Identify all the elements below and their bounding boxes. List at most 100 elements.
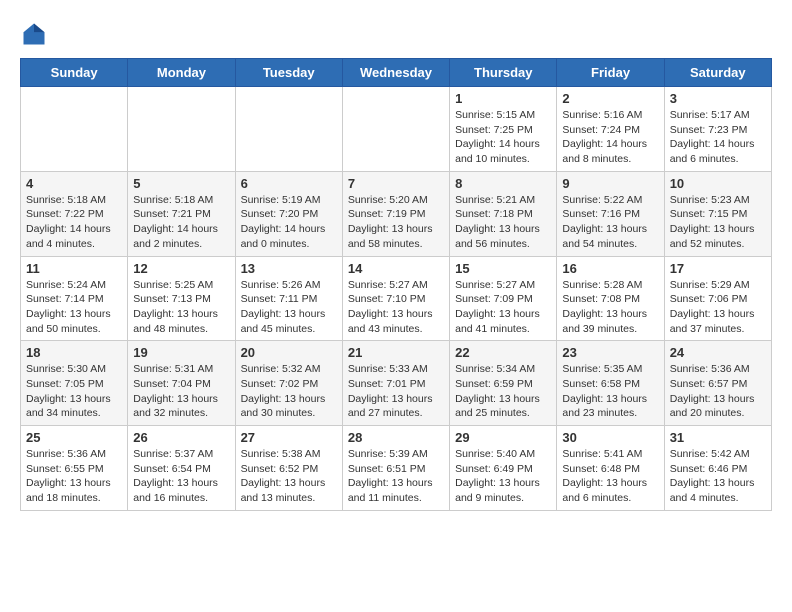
day-info: Sunrise: 5:15 AM Sunset: 7:25 PM Dayligh… [455,108,551,167]
day-info: Sunrise: 5:29 AM Sunset: 7:06 PM Dayligh… [670,278,766,337]
calendar-header: SundayMondayTuesdayWednesdayThursdayFrid… [21,59,772,87]
day-number: 5 [133,176,229,191]
day-info: Sunrise: 5:36 AM Sunset: 6:57 PM Dayligh… [670,362,766,421]
day-number: 21 [348,345,444,360]
calendar-cell: 26Sunrise: 5:37 AM Sunset: 6:54 PM Dayli… [128,426,235,511]
day-number: 22 [455,345,551,360]
logo-icon [20,20,48,48]
day-number: 20 [241,345,337,360]
calendar-cell: 25Sunrise: 5:36 AM Sunset: 6:55 PM Dayli… [21,426,128,511]
day-info: Sunrise: 5:17 AM Sunset: 7:23 PM Dayligh… [670,108,766,167]
day-number: 13 [241,261,337,276]
calendar-cell: 24 Sunrise: 5:36 AM Sunset: 6:57 PM Dayli… [664,341,771,426]
day-number: 16 [562,261,658,276]
calendar-cell: 20 Sunrise: 5:32 AM Sunset: 7:02 PM Dayli… [235,341,342,426]
day-number: 19 [133,345,229,360]
day-of-week-friday: Friday [557,59,664,87]
calendar-cell: 31Sunrise: 5:42 AM Sunset: 6:46 PM Dayli… [664,426,771,511]
day-info: Sunrise: 5:21 AM Sunset: 7:18 PM Dayligh… [455,193,551,252]
calendar-cell: 12Sunrise: 5:25 AM Sunset: 7:13 PM Dayli… [128,256,235,341]
day-number: 9 [562,176,658,191]
calendar-cell: 21 Sunrise: 5:33 AM Sunset: 7:01 PM Dayli… [342,341,449,426]
day-number: 29 [455,430,551,445]
day-number: 28 [348,430,444,445]
calendar-cell: 23 Sunrise: 5:35 AM Sunset: 6:58 PM Dayli… [557,341,664,426]
calendar-cell: 9 Sunrise: 5:22 AM Sunset: 7:16 PM Daylig… [557,171,664,256]
day-info: Sunrise: 5:34 AM Sunset: 6:59 PM Dayligh… [455,362,551,421]
calendar-cell: 22 Sunrise: 5:34 AM Sunset: 6:59 PM Dayli… [450,341,557,426]
calendar-cell: 4Sunrise: 5:18 AM Sunset: 7:22 PM Daylig… [21,171,128,256]
day-info: Sunrise: 5:32 AM Sunset: 7:02 PM Dayligh… [241,362,337,421]
day-info: Sunrise: 5:35 AM Sunset: 6:58 PM Dayligh… [562,362,658,421]
calendar-cell: 13 Sunrise: 5:26 AM Sunset: 7:11 PM Dayli… [235,256,342,341]
days-of-week-row: SundayMondayTuesdayWednesdayThursdayFrid… [21,59,772,87]
day-of-week-tuesday: Tuesday [235,59,342,87]
day-info: Sunrise: 5:41 AM Sunset: 6:48 PM Dayligh… [562,447,658,506]
day-number: 1 [455,91,551,106]
day-info: Sunrise: 5:39 AM Sunset: 6:51 PM Dayligh… [348,447,444,506]
day-info: Sunrise: 5:19 AM Sunset: 7:20 PM Dayligh… [241,193,337,252]
calendar-body: 1 Sunrise: 5:15 AM Sunset: 7:25 PM Daylig… [21,87,772,511]
day-number: 8 [455,176,551,191]
day-of-week-wednesday: Wednesday [342,59,449,87]
calendar-cell: 28 Sunrise: 5:39 AM Sunset: 6:51 PM Dayli… [342,426,449,511]
calendar-cell: 30 Sunrise: 5:41 AM Sunset: 6:48 PM Dayli… [557,426,664,511]
day-info: Sunrise: 5:27 AM Sunset: 7:10 PM Dayligh… [348,278,444,337]
day-of-week-thursday: Thursday [450,59,557,87]
day-info: Sunrise: 5:28 AM Sunset: 7:08 PM Dayligh… [562,278,658,337]
day-info: Sunrise: 5:18 AM Sunset: 7:22 PM Dayligh… [26,193,122,252]
calendar-cell: 1 Sunrise: 5:15 AM Sunset: 7:25 PM Daylig… [450,87,557,172]
calendar-cell: 6 Sunrise: 5:19 AM Sunset: 7:20 PM Daylig… [235,171,342,256]
week-row-4: 18 Sunrise: 5:30 AM Sunset: 7:05 PM Dayli… [21,341,772,426]
page-header [20,20,772,48]
day-number: 30 [562,430,658,445]
day-info: Sunrise: 5:22 AM Sunset: 7:16 PM Dayligh… [562,193,658,252]
day-info: Sunrise: 5:31 AM Sunset: 7:04 PM Dayligh… [133,362,229,421]
calendar-cell: 11Sunrise: 5:24 AM Sunset: 7:14 PM Dayli… [21,256,128,341]
calendar-cell: 27Sunrise: 5:38 AM Sunset: 6:52 PM Dayli… [235,426,342,511]
calendar-cell: 14 Sunrise: 5:27 AM Sunset: 7:10 PM Dayli… [342,256,449,341]
week-row-2: 4Sunrise: 5:18 AM Sunset: 7:22 PM Daylig… [21,171,772,256]
day-number: 31 [670,430,766,445]
calendar-cell [128,87,235,172]
day-number: 27 [241,430,337,445]
day-number: 12 [133,261,229,276]
day-info: Sunrise: 5:33 AM Sunset: 7:01 PM Dayligh… [348,362,444,421]
calendar: SundayMondayTuesdayWednesdayThursdayFrid… [20,58,772,511]
day-info: Sunrise: 5:27 AM Sunset: 7:09 PM Dayligh… [455,278,551,337]
day-number: 17 [670,261,766,276]
day-number: 24 [670,345,766,360]
day-number: 7 [348,176,444,191]
calendar-cell: 2 Sunrise: 5:16 AM Sunset: 7:24 PM Daylig… [557,87,664,172]
calendar-cell: 18 Sunrise: 5:30 AM Sunset: 7:05 PM Dayli… [21,341,128,426]
calendar-cell [21,87,128,172]
day-number: 3 [670,91,766,106]
day-info: Sunrise: 5:16 AM Sunset: 7:24 PM Dayligh… [562,108,658,167]
day-info: Sunrise: 5:18 AM Sunset: 7:21 PM Dayligh… [133,193,229,252]
calendar-cell: 19 Sunrise: 5:31 AM Sunset: 7:04 PM Dayli… [128,341,235,426]
calendar-cell: 17 Sunrise: 5:29 AM Sunset: 7:06 PM Dayli… [664,256,771,341]
calendar-cell [235,87,342,172]
day-number: 23 [562,345,658,360]
calendar-cell: 5 Sunrise: 5:18 AM Sunset: 7:21 PM Daylig… [128,171,235,256]
calendar-cell [342,87,449,172]
day-of-week-saturday: Saturday [664,59,771,87]
calendar-cell: 3 Sunrise: 5:17 AM Sunset: 7:23 PM Daylig… [664,87,771,172]
day-number: 6 [241,176,337,191]
day-number: 11 [26,261,122,276]
day-info: Sunrise: 5:26 AM Sunset: 7:11 PM Dayligh… [241,278,337,337]
day-number: 18 [26,345,122,360]
day-info: Sunrise: 5:23 AM Sunset: 7:15 PM Dayligh… [670,193,766,252]
day-number: 14 [348,261,444,276]
calendar-cell: 8 Sunrise: 5:21 AM Sunset: 7:18 PM Daylig… [450,171,557,256]
day-info: Sunrise: 5:20 AM Sunset: 7:19 PM Dayligh… [348,193,444,252]
week-row-5: 25Sunrise: 5:36 AM Sunset: 6:55 PM Dayli… [21,426,772,511]
calendar-cell: 7 Sunrise: 5:20 AM Sunset: 7:19 PM Daylig… [342,171,449,256]
week-row-3: 11Sunrise: 5:24 AM Sunset: 7:14 PM Dayli… [21,256,772,341]
day-info: Sunrise: 5:40 AM Sunset: 6:49 PM Dayligh… [455,447,551,506]
day-info: Sunrise: 5:36 AM Sunset: 6:55 PM Dayligh… [26,447,122,506]
day-info: Sunrise: 5:37 AM Sunset: 6:54 PM Dayligh… [133,447,229,506]
logo [20,20,52,48]
day-number: 2 [562,91,658,106]
day-info: Sunrise: 5:30 AM Sunset: 7:05 PM Dayligh… [26,362,122,421]
